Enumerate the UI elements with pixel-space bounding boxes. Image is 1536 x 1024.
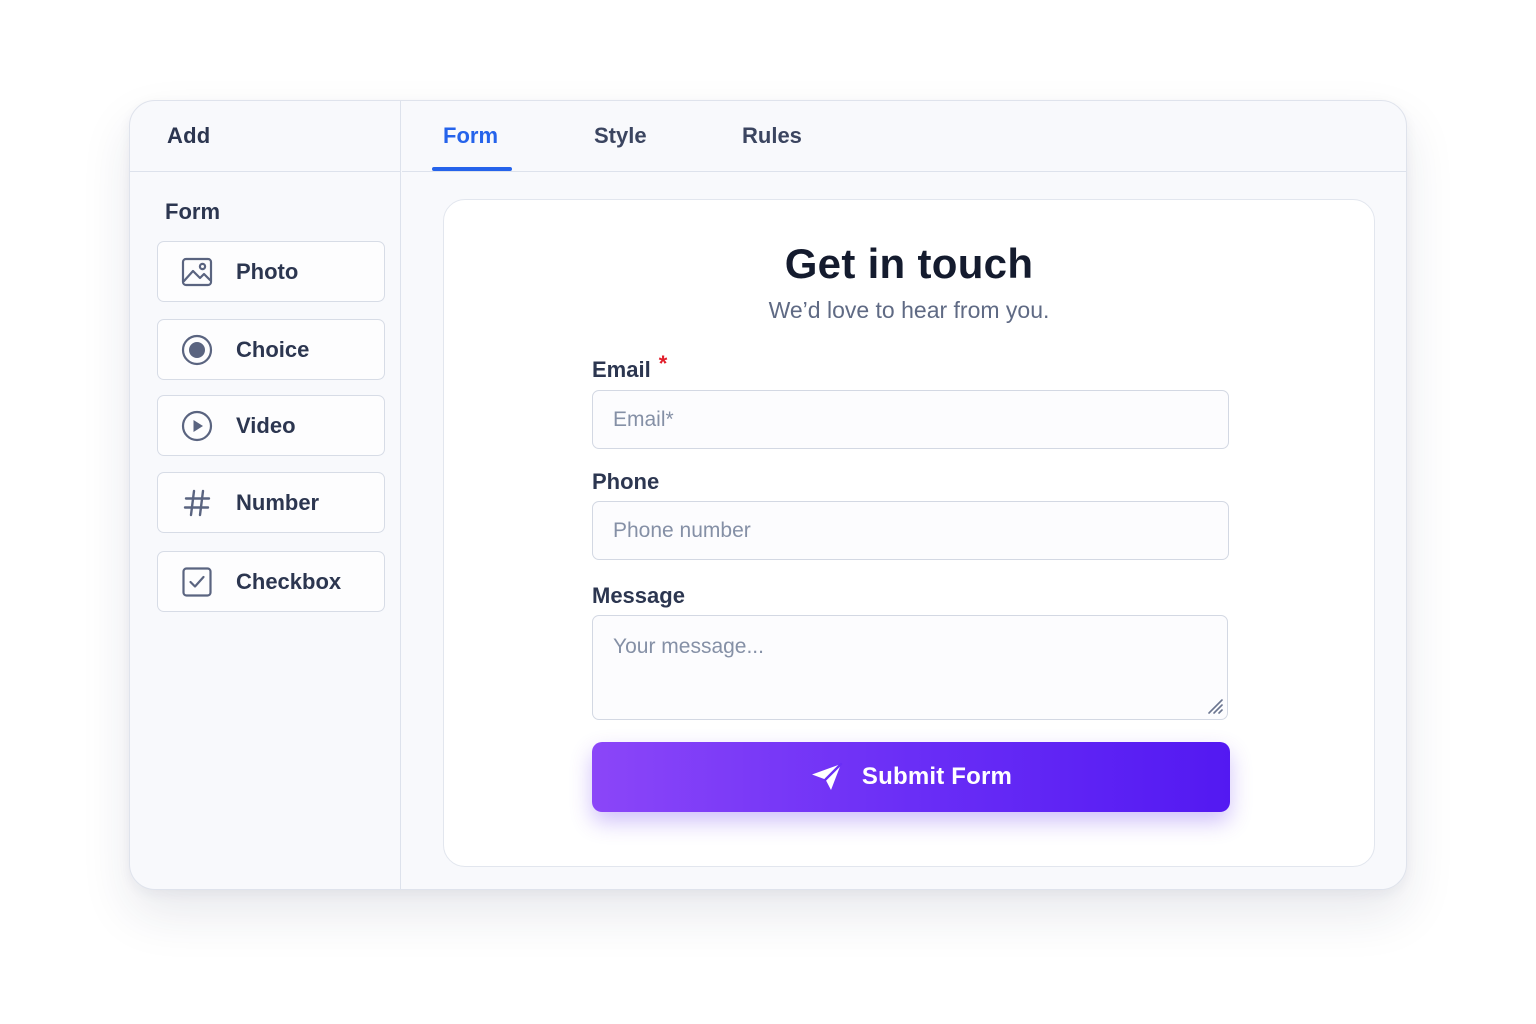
- form-builder-window: Add Form Photo Choice Video Number Check…: [129, 100, 1407, 890]
- palette-item-checkbox[interactable]: Checkbox: [157, 551, 385, 612]
- sidebar-header: Add: [130, 101, 400, 172]
- message-textarea[interactable]: [592, 615, 1228, 720]
- palette-item-video[interactable]: Video: [157, 395, 385, 456]
- email-label: Email *: [592, 351, 667, 383]
- photo-icon: [180, 255, 214, 289]
- sidebar-title: Add: [167, 123, 211, 148]
- send-icon: [810, 762, 844, 792]
- tab-bar: Form Style Rules: [402, 101, 1406, 172]
- palette-item-label: Checkbox: [236, 568, 342, 594]
- play-icon: [180, 409, 214, 443]
- email-field[interactable]: [592, 390, 1229, 449]
- tab-form[interactable]: Form: [443, 123, 498, 149]
- radio-icon: [180, 333, 214, 367]
- required-asterisk: *: [658, 351, 668, 376]
- palette-item-label: Number: [236, 489, 320, 515]
- form-title: Get in touch: [784, 240, 1034, 287]
- palette-item-label: Video: [236, 412, 296, 438]
- email-label-text: Email: [592, 357, 651, 382]
- palette-item-number[interactable]: Number: [157, 472, 385, 533]
- tab-style[interactable]: Style: [594, 123, 647, 149]
- palette-item-photo[interactable]: Photo: [157, 241, 385, 302]
- submit-form-button[interactable]: Submit Form: [592, 742, 1230, 812]
- sidebar-section-title: Form: [165, 199, 220, 224]
- palette-item-label: Photo: [236, 258, 299, 284]
- palette-item-choice[interactable]: Choice: [157, 319, 385, 380]
- resize-grip-icon[interactable]: [1207, 698, 1224, 715]
- form-preview-card: Get in touch We’d love to hear from you.…: [443, 199, 1375, 867]
- active-tab-indicator: [432, 167, 512, 171]
- checkbox-icon: [180, 565, 214, 599]
- submit-button-label: Submit Form: [861, 763, 1013, 790]
- sidebar: Add Form Photo Choice Video Number Check…: [130, 101, 401, 889]
- form-subtitle: We’d love to hear from you.: [768, 297, 1050, 323]
- main-panel: Form Style Rules Get in touch We’d love …: [402, 101, 1406, 889]
- message-label: Message: [592, 583, 685, 608]
- phone-field[interactable]: [592, 501, 1229, 560]
- hash-icon: [180, 486, 214, 520]
- tab-rules[interactable]: Rules: [742, 123, 802, 149]
- palette-item-label: Choice: [236, 336, 310, 362]
- phone-label: Phone: [592, 469, 660, 494]
